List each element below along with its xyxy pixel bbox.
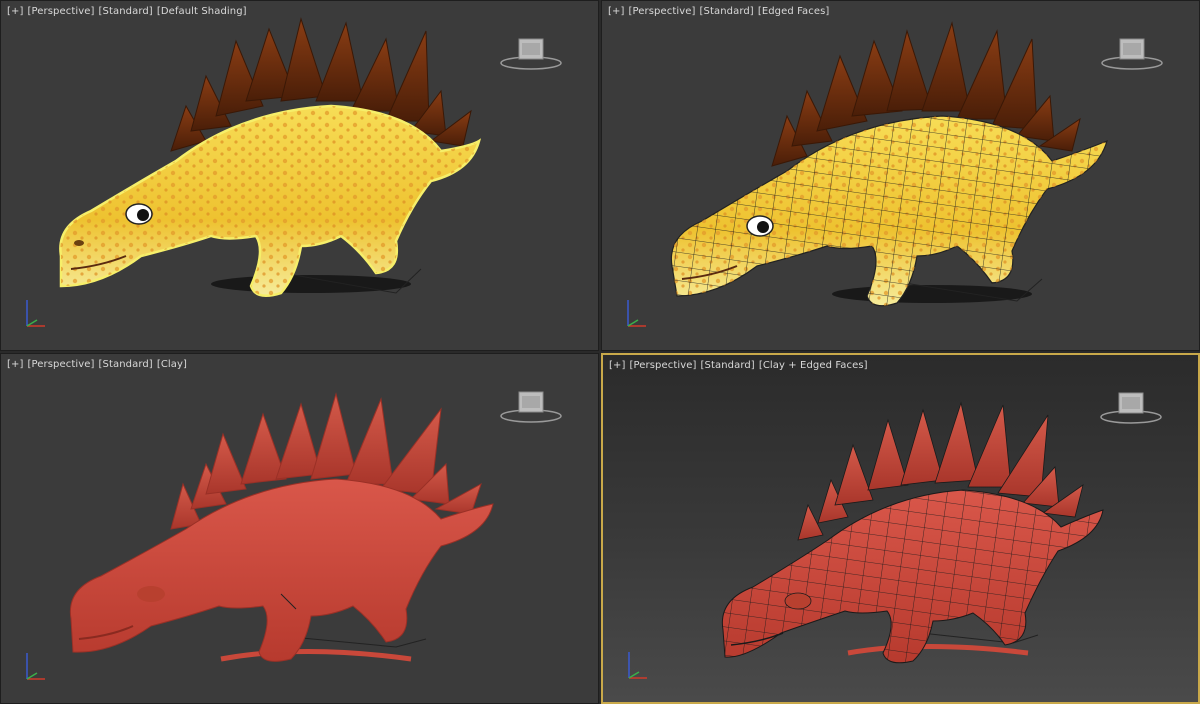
stegosaurus-model[interactable] <box>602 1 1200 351</box>
viewport-bottom-right[interactable]: [+] [Perspective] [Standard] [Clay + Edged … <box>601 353 1200 704</box>
viewport-top-left[interactable]: [+] [Perspective] [Standard] [Default Shadi… <box>0 0 599 351</box>
stegosaurus-model[interactable] <box>1 354 599 704</box>
axis-tripod-icon <box>26 653 45 680</box>
viewport-top-right[interactable]: [+] [Perspective] [Standard] [Edged Faces] <box>601 0 1200 351</box>
viewport-grid: [+] [Perspective] [Standard] [Default Shadi… <box>0 0 1200 704</box>
viewport-bottom-left[interactable]: [+] [Perspective] [Standard] [Clay] <box>0 353 599 704</box>
stegosaurus-model[interactable] <box>603 355 1200 704</box>
stegosaurus-model[interactable] <box>1 1 599 351</box>
axis-tripod-icon <box>628 652 647 679</box>
axis-tripod-icon <box>26 300 45 327</box>
axis-tripod-icon <box>627 300 646 327</box>
